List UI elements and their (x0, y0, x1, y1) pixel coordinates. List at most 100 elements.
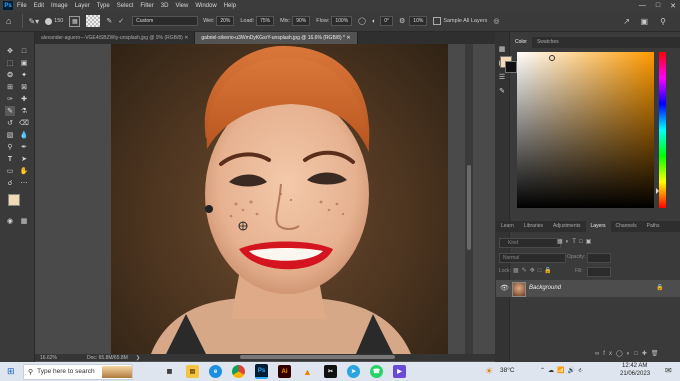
notifications-icon[interactable]: ✉ (665, 366, 672, 375)
clean-brush-icon[interactable]: ✓ (118, 17, 124, 25)
maximize-icon[interactable]: □ (656, 2, 660, 9)
opacity-field[interactable] (587, 253, 611, 263)
task-view-icon[interactable]: ▦ (163, 365, 176, 378)
menu-edit[interactable]: Edit (34, 3, 44, 9)
lasso-tool-icon[interactable]: ❂ (5, 70, 15, 80)
marquee-tool-icon[interactable]: ⬚ (5, 58, 15, 68)
menu-window[interactable]: Window (195, 3, 216, 9)
vlc-icon[interactable]: ▲ (301, 365, 314, 378)
photoshop-taskbar-icon[interactable]: Ps (255, 364, 268, 379)
tab-paths[interactable]: Paths (642, 221, 665, 232)
history-brush-icon[interactable]: ↺ (5, 118, 15, 128)
color-field[interactable] (517, 52, 654, 208)
close-tab-icon[interactable]: ✕ (346, 35, 350, 41)
clock-date[interactable]: 21/06/2023 (620, 371, 650, 377)
menu-3d[interactable]: 3D (161, 3, 169, 9)
menu-type[interactable]: Type (97, 3, 110, 9)
blend-mode-select[interactable]: Normal (499, 253, 566, 263)
airbrush-icon[interactable]: ◯ (358, 17, 366, 25)
weather-temp[interactable]: 38°C (500, 367, 515, 374)
frame-tool-icon[interactable]: ⊠ (19, 82, 29, 92)
brush-preset-picker[interactable]: 150 (45, 17, 63, 25)
weather-icon[interactable]: ☀ (485, 366, 493, 377)
clone-stamp-icon[interactable]: ⚗ (19, 106, 29, 116)
media-app-icon[interactable]: ▶ (393, 365, 406, 378)
screen-mode-icon[interactable]: ▦ (19, 216, 29, 226)
shape-tool-icon[interactable]: ▭ (5, 166, 15, 176)
home-icon[interactable]: ⌂ (6, 16, 11, 26)
history-panel-icon[interactable]: ▦ (497, 44, 507, 54)
workspace-icon[interactable]: ▣ (640, 17, 648, 26)
load-brush-icon[interactable]: ✎ (106, 17, 112, 25)
smoothing-field[interactable]: 10% (409, 16, 428, 26)
pen-tool-icon[interactable]: ✒ (19, 142, 29, 152)
path-select-icon[interactable]: ➤ (19, 154, 29, 164)
tab-learn[interactable]: Learn (496, 221, 519, 232)
move-tool-icon[interactable]: ✥ (5, 46, 15, 56)
eyedropper-icon[interactable]: ✑ (5, 94, 15, 104)
doc-tab[interactable]: alexander-aguero---VGE4tSBZWty-unsplash.… (35, 32, 196, 44)
lock-icons[interactable]: ▦✎✥□🔒 (513, 267, 573, 275)
magic-wand-icon[interactable]: ✦ (19, 70, 29, 80)
fill-field[interactable] (587, 267, 611, 277)
whatsapp-icon[interactable]: ☎ (370, 365, 383, 378)
dodge-tool-icon[interactable]: ⚲ (5, 142, 15, 152)
sample-all-layers-checkbox[interactable] (433, 17, 442, 25)
close-icon[interactable]: ✕ (670, 2, 676, 10)
status-arrow-icon[interactable]: ❯ (136, 355, 140, 361)
minimize-icon[interactable]: — (639, 2, 646, 9)
hand-tool-icon[interactable]: ✋ (19, 166, 29, 176)
zoom-tool-icon[interactable]: ☌ (5, 178, 15, 188)
menu-file[interactable]: File (17, 3, 27, 9)
clock-time[interactable]: 12:42 AM (622, 363, 647, 369)
doc-tab-active[interactable]: gabriel-silverio-u3WmDyKGsrY-unsplash.jp… (195, 32, 358, 44)
close-tab-icon[interactable]: ✕ (184, 35, 188, 41)
layer-name[interactable]: Background (529, 285, 561, 291)
portrait-image[interactable] (111, 44, 448, 354)
artboard-tool-icon[interactable]: □ (19, 46, 29, 56)
eraser-icon[interactable]: ⌫ (19, 118, 29, 128)
telegram-icon[interactable]: ➤ (347, 365, 360, 378)
crop-tool-icon[interactable]: ⊞ (5, 82, 15, 92)
brush-settings-icon[interactable]: ▦ (69, 15, 81, 27)
menu-view[interactable]: View (175, 3, 188, 9)
type-tool-icon[interactable]: T (5, 154, 15, 164)
tab-adjustments[interactable]: Adjustments (548, 221, 586, 232)
object-select-icon[interactable]: ▣ (19, 58, 29, 68)
hue-slider-handle[interactable] (656, 188, 659, 194)
capcut-icon[interactable]: ✂ (324, 365, 337, 378)
menu-select[interactable]: Select (117, 3, 134, 9)
load-field[interactable]: 75% (256, 16, 275, 26)
healing-brush-icon[interactable]: ✚ (19, 94, 29, 104)
layers-footer-icons[interactable]: ∞fx◯◐□✚🗑 (595, 350, 680, 360)
blend-preset-select[interactable]: Custom (132, 16, 199, 26)
menu-layer[interactable]: Layer (75, 3, 90, 9)
layer-row[interactable]: 👁 Background 🔒 (496, 280, 680, 297)
tab-color[interactable]: Color (510, 37, 532, 48)
hue-slider[interactable] (656, 52, 666, 208)
pressure-icon[interactable]: ◎ (493, 17, 499, 25)
share-icon[interactable]: ↗ (623, 17, 630, 26)
gradient-tool-icon[interactable]: ▧ (5, 130, 15, 140)
taskbar-search[interactable]: ⚲ Type here to search (23, 363, 133, 380)
more-tools-icon[interactable]: ⋯ (19, 178, 29, 188)
color-picker-cursor[interactable] (549, 55, 555, 61)
mixer-brush-icon[interactable]: ✎ (5, 106, 15, 116)
system-tray-icons[interactable]: ⌃☁📶🔊⎀ (540, 367, 586, 375)
tab-libraries[interactable]: Libraries (519, 221, 548, 232)
mixer-brush-tool-icon[interactable]: ✎▾ (28, 17, 39, 26)
tab-swatches[interactable]: Swatches (532, 37, 564, 48)
layer-filter-icons[interactable]: ▦◐T□▣ (557, 238, 617, 247)
menu-help[interactable]: Help (224, 3, 236, 9)
color-bg-swatch[interactable] (505, 61, 517, 73)
windows-start-icon[interactable]: ⊞ (7, 366, 15, 377)
menu-filter[interactable]: Filter (140, 3, 153, 9)
canvas-area[interactable] (35, 44, 495, 354)
file-explorer-icon[interactable]: ▤ (186, 365, 199, 378)
blur-tool-icon[interactable]: 💧 (19, 130, 29, 140)
layer-filter-kind[interactable]: Kind (499, 238, 561, 248)
vertical-scroll-thumb[interactable] (467, 165, 471, 250)
quick-mask-icon[interactable]: ◉ (5, 216, 15, 226)
tab-layers[interactable]: Layers (585, 221, 611, 232)
horizontal-scroll-thumb[interactable] (240, 355, 395, 359)
